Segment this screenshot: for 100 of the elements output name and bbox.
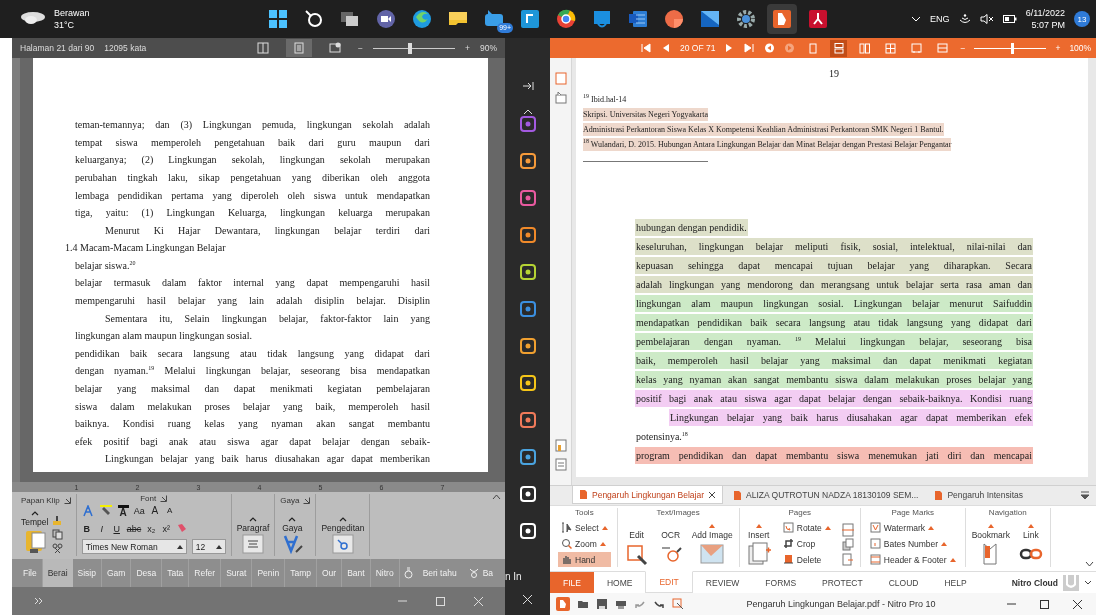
shrink-font-button[interactable]: A <box>164 506 175 515</box>
edit-icon[interactable] <box>672 598 684 610</box>
zoom-slider-thumb[interactable] <box>407 42 412 54</box>
app-shortcut-icon[interactable] <box>518 152 537 170</box>
clock-time[interactable]: 5:07 PM <box>1031 19 1065 31</box>
crop-button[interactable]: Crop <box>779 536 834 551</box>
last-page-icon[interactable] <box>744 43 756 53</box>
bookmarks-panel-icon[interactable] <box>554 439 567 452</box>
comments-panel-icon[interactable] <box>554 91 567 104</box>
format-button[interactable]: x² <box>161 523 172 534</box>
weather-condition: Berawan <box>54 7 90 19</box>
format-button[interactable]: x₂ <box>146 523 157 534</box>
app-shortcut-icon[interactable] <box>518 337 537 355</box>
clock-date[interactable]: 6/11/2022 <box>1025 7 1065 19</box>
font-size-field[interactable]: 12 <box>191 539 226 554</box>
insert-pages-button[interactable]: Insert <box>745 524 772 567</box>
muted-speaker-icon[interactable] <box>979 14 994 24</box>
ribbon-tab[interactable]: FORMS <box>752 572 810 593</box>
language-indicator[interactable]: ENG <box>930 14 950 24</box>
folder-icon[interactable] <box>577 598 589 610</box>
highlighted-footnote: Administrasi Perkantoran Siswa Kelas X Kompetensi Keahlian Administrasi Perkantoran SMK Negeri 1 Bantul. <box>583 123 944 136</box>
save-icon[interactable] <box>596 598 608 610</box>
watermark-button[interactable]: Watermark <box>866 520 959 535</box>
scissors-icon[interactable] <box>52 543 64 554</box>
ocr-button[interactable]: OCR <box>657 530 684 567</box>
ribbon-tab[interactable]: HOME <box>593 572 646 593</box>
rotate-icon <box>782 522 794 533</box>
hand-tool-button[interactable]: Hand <box>558 552 611 567</box>
document-tab[interactable]: Pengaruh Lingkungan Belajar <box>572 486 723 504</box>
battery-icon[interactable] <box>1002 15 1017 23</box>
launcher-icon[interactable] <box>160 495 168 502</box>
continuous-view-button[interactable] <box>830 39 848 57</box>
close-icon[interactable] <box>522 594 533 605</box>
zoom-slider-thumb[interactable] <box>1010 42 1014 54</box>
text-effects-icon[interactable] <box>81 504 94 517</box>
link-button[interactable]: Link <box>1017 524 1044 567</box>
ribbon-tab[interactable]: PROTECT <box>809 572 876 593</box>
grow-font-button[interactable]: A <box>149 505 160 516</box>
bookmark-button[interactable]: Bookmark <box>971 524 1010 567</box>
format-button[interactable]: I <box>96 523 107 534</box>
rotate-button[interactable]: Rotate <box>779 520 834 535</box>
first-page-icon[interactable] <box>640 43 651 53</box>
collapse-panel-icon[interactable] <box>521 81 534 91</box>
format-button[interactable]: U <box>111 523 122 534</box>
notification-count[interactable]: 13 <box>1074 11 1090 27</box>
document-tab[interactable]: Pengaruh Intensitas <box>928 486 1030 504</box>
close-icon <box>472 595 484 607</box>
app-shortcut-icon[interactable] <box>518 226 537 244</box>
collapse-ribbon-icon[interactable] <box>492 494 501 500</box>
back-icon[interactable] <box>764 43 776 53</box>
replace-page-icon[interactable] <box>841 538 854 552</box>
zoom-in-button[interactable]: + <box>465 43 470 53</box>
tab-list-icon[interactable] <box>1080 490 1090 500</box>
print-icon[interactable] <box>615 598 627 610</box>
page-count: Halaman 21 dari 90 <box>20 43 95 53</box>
launcher-icon[interactable] <box>63 496 71 504</box>
select-tool-button[interactable]: Select <box>558 520 611 535</box>
bates-number-button[interactable]: Bates Number <box>866 536 959 551</box>
body-text-line: belajar yang maksimal dan dapat menikmati kegiatan pembelajaran <box>75 382 430 397</box>
bates-number-icon <box>869 538 881 549</box>
font-name-field[interactable]: Times New Roman <box>81 539 187 554</box>
caret-icon <box>1027 524 1034 528</box>
editing-button[interactable]: Pengeditan <box>321 517 365 556</box>
format-button[interactable]: B <box>81 523 92 534</box>
copy-icon[interactable] <box>52 529 64 540</box>
paste-button[interactable]: Tempel <box>21 511 49 556</box>
paragraph-button[interactable]: Paragraf <box>236 517 270 556</box>
delete-pages-button[interactable]: Delete <box>779 552 834 567</box>
format-painter-icon[interactable] <box>52 515 64 526</box>
taskbar-app-button[interactable] <box>767 4 797 34</box>
change-case-button[interactable]: Aa <box>133 505 145 516</box>
app-shortcut-icon[interactable] <box>518 374 537 392</box>
zoom-out-button[interactable]: − <box>358 43 363 53</box>
chevron-up-icon[interactable] <box>522 109 533 115</box>
split-page-icon[interactable] <box>841 523 854 537</box>
wifi-icon[interactable] <box>958 14 971 24</box>
header-footer-button[interactable]: Header & Footer <box>866 552 959 567</box>
ribbon-tab[interactable]: REVIEW <box>692 572 753 593</box>
font-color-button[interactable]: A <box>117 504 129 517</box>
sign-in-link[interactable]: n In <box>505 571 522 582</box>
styles-button[interactable]: Gaya <box>280 517 305 556</box>
single-view-icon <box>807 42 819 54</box>
ribbon-tab[interactable]: Berai <box>42 559 73 587</box>
extract-page-icon[interactable] <box>841 553 854 567</box>
highlighter-icon[interactable] <box>98 504 113 517</box>
edit-button[interactable]: Edit <box>623 530 650 567</box>
format-button[interactable]: abc <box>126 523 142 534</box>
app-shortcut-icon[interactable] <box>518 263 537 281</box>
ribbon-tab[interactable]: EDIT <box>645 571 693 593</box>
ribbon-tab[interactable]: CLOUD <box>875 572 932 593</box>
add-image-button[interactable]: Add Image <box>691 524 733 567</box>
zoom-tool-button[interactable]: Zoom <box>558 536 611 551</box>
ribbon-tab[interactable]: HELP <box>931 572 980 593</box>
body-text-line: tiga, yaitu: (1) Lingkungan Keluarga, lingkungan keluarga merupakan <box>75 206 430 221</box>
launcher-icon[interactable] <box>303 496 311 504</box>
chevron-down-icon[interactable] <box>1084 580 1092 585</box>
document-tab[interactable]: ALIZA QUTROTUN NADZA 18130109 SEM... <box>727 486 925 504</box>
collapse-ribbon-icon[interactable] <box>1085 561 1094 567</box>
print-view-button[interactable] <box>286 39 313 57</box>
double-chevron-icon[interactable] <box>34 597 44 605</box>
